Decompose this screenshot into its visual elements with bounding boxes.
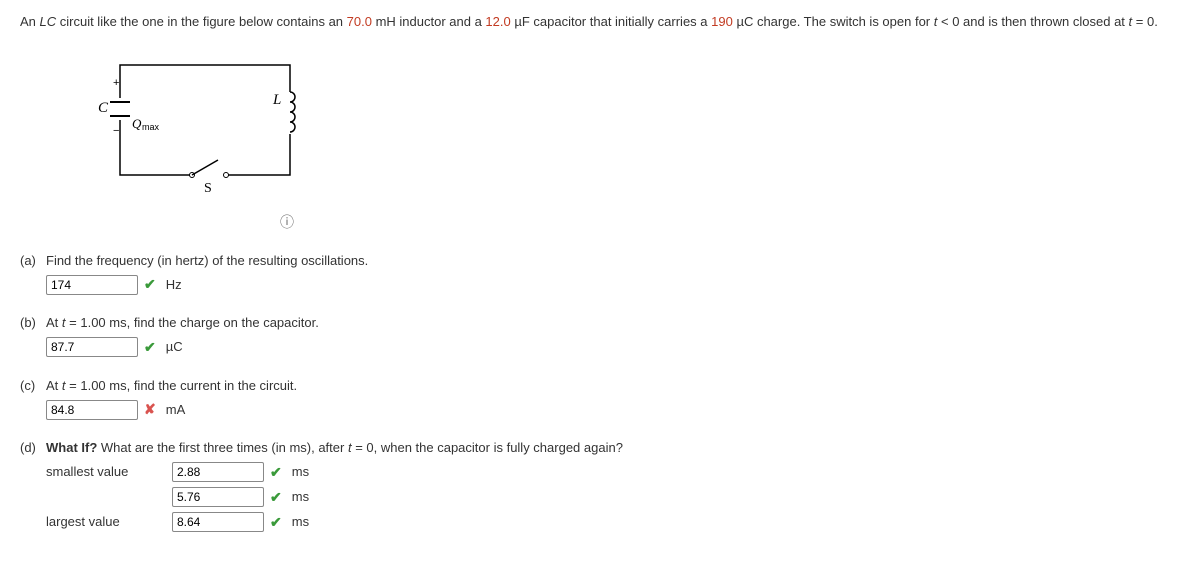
part-c-input[interactable] [46,400,138,420]
check-icon: ✔ [270,462,282,483]
text: An [20,14,40,29]
cross-icon: ✘ [144,399,156,420]
check-icon: ✔ [270,487,282,508]
part-label-c: (c) [20,376,46,396]
part-d-prompt: What If? What are the first three times … [46,438,623,458]
part-b: (b) At t = 1.00 ms, find the charge on t… [20,313,1180,358]
unit-ms: ms [288,462,309,482]
check-icon: ✔ [144,337,156,358]
info-icon[interactable]: ⓘ [280,212,294,233]
svg-text:Q: Q [132,116,142,131]
largest-label: largest value [46,512,166,532]
part-b-input[interactable] [46,337,138,357]
part-b-prompt: At t = 1.00 ms, find the charge on the c… [46,313,319,333]
part-a-prompt: Find the frequency (in hertz) of the res… [46,251,368,271]
part-c: (c) At t = 1.00 ms, find the current in … [20,376,1180,421]
part-d-input-3[interactable] [172,512,264,532]
part-c-unit: mA [162,400,186,420]
smallest-label: smallest value [46,462,166,482]
svg-text:L: L [272,92,281,108]
part-a-unit: Hz [162,275,182,295]
value-capacitance: 12.0 [485,14,510,29]
svg-text:+: + [113,77,119,89]
svg-text:S: S [204,181,212,196]
part-c-prompt: At t = 1.00 ms, find the current in the … [46,376,297,396]
part-a: (a) Find the frequency (in hertz) of the… [20,251,1180,296]
value-inductance: 70.0 [347,14,372,29]
text: µF capacitor that initially carries a [511,14,711,29]
check-icon: ✔ [270,512,282,533]
svg-text:−: − [113,125,119,137]
unit-ms: ms [288,512,309,532]
lc-circuit-diagram: + − C Q max S L [80,50,310,200]
text: mH inductor and a [372,14,485,29]
part-a-input[interactable] [46,275,138,295]
text: µC charge. The switch is open for [733,14,934,29]
value-charge: 190 [711,14,733,29]
problem-statement: An LC circuit like the one in the figure… [20,12,1180,32]
text: circuit like the one in the figure below… [56,14,347,29]
part-b-unit: µC [162,337,183,357]
circuit-figure: + − C Q max S L [80,50,1180,200]
check-icon: ✔ [144,274,156,295]
text: and is then thrown closed at [959,14,1128,29]
info-row: ⓘ [80,212,1180,233]
part-label-b: (b) [20,313,46,333]
svg-text:max: max [142,122,160,132]
part-label-a: (a) [20,251,46,271]
part-d-input-2[interactable] [172,487,264,507]
part-d-input-1[interactable] [172,462,264,482]
part-label-d: (d) [20,438,46,458]
unit-ms: ms [288,487,309,507]
svg-text:C: C [98,100,109,116]
part-d: (d) What If? What are the first three ti… [20,438,1180,533]
